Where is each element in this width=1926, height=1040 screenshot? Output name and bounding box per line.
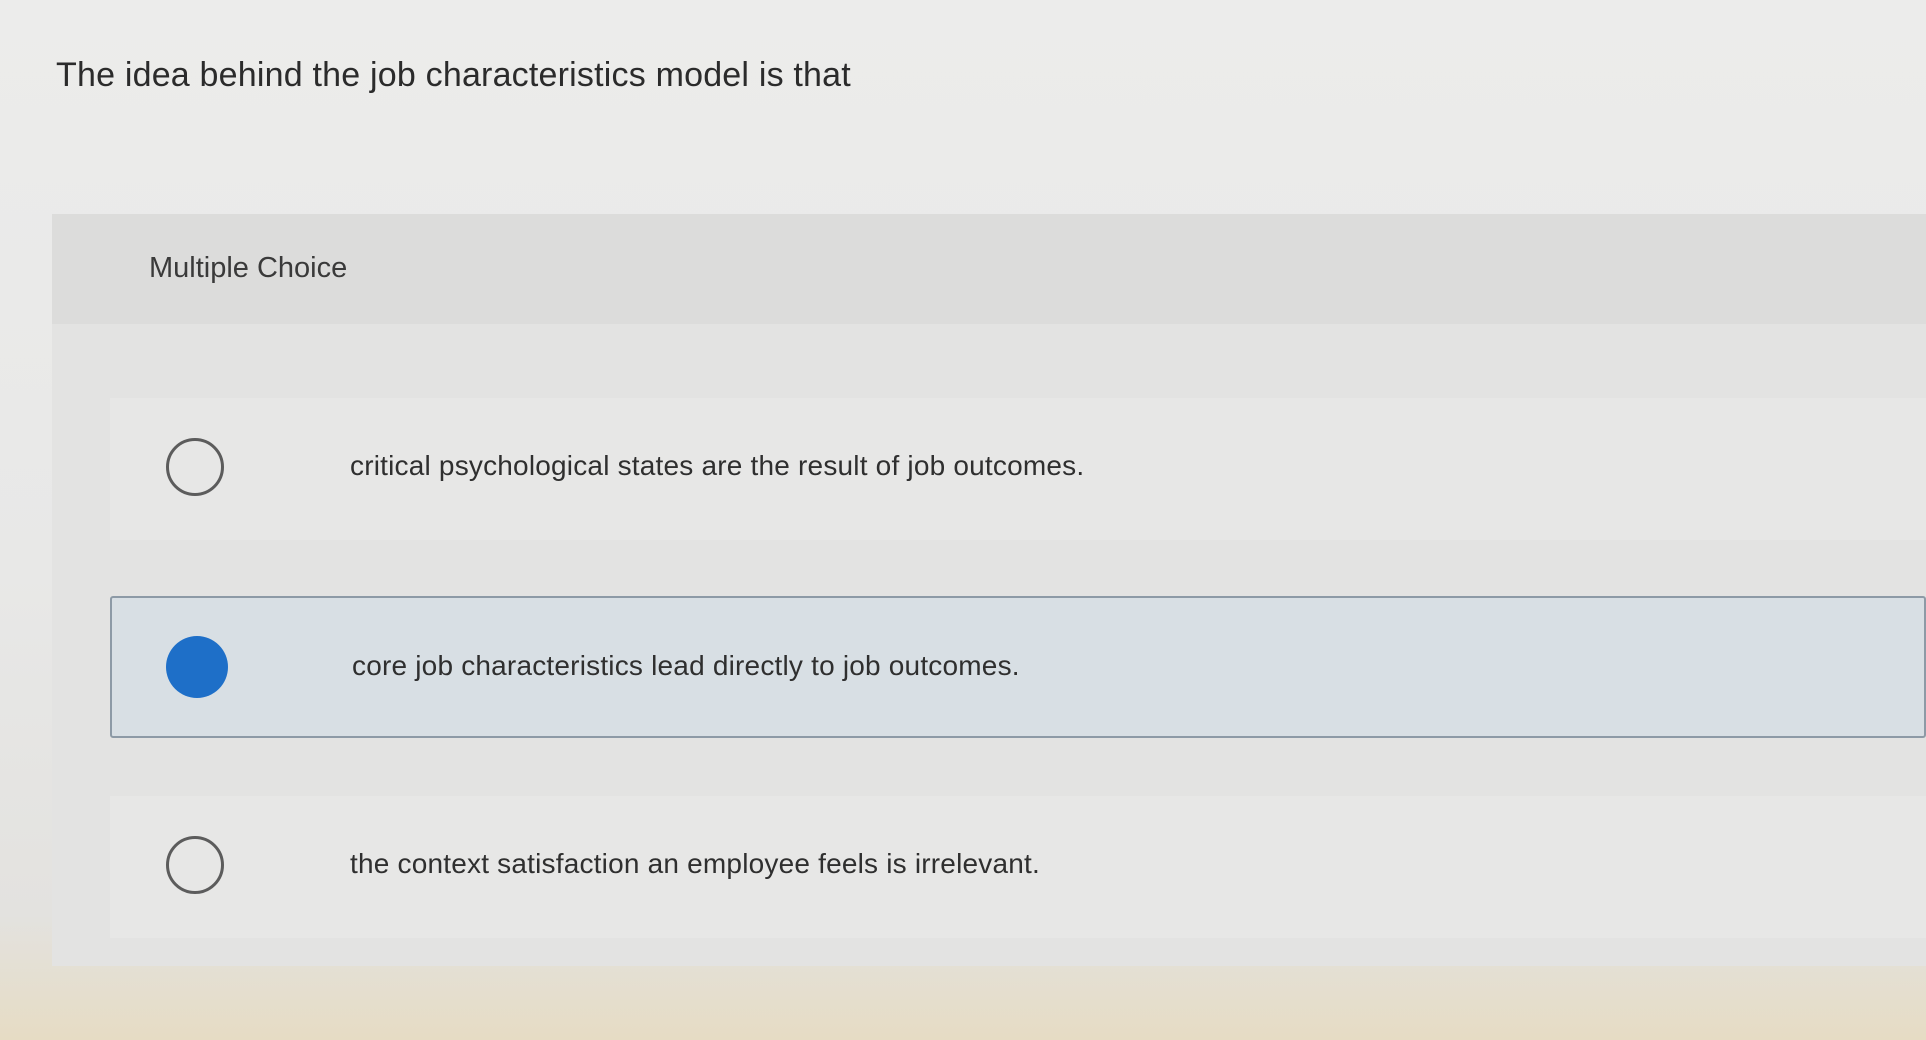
radio-button-unselected-icon[interactable]	[166, 438, 224, 496]
answer-option-3[interactable]: the context satisfaction an employee fee…	[110, 796, 1926, 938]
answer-option-label: core job characteristics lead directly t…	[352, 650, 1020, 681]
multiple-choice-title: Multiple Choice	[149, 252, 348, 284]
answer-option-2-selected[interactable]: core job characteristics lead directly t…	[110, 596, 1926, 738]
answer-option-label: the context satisfaction an employee fee…	[350, 848, 1040, 879]
multiple-choice-card: Multiple Choice critical psychological s…	[52, 214, 1926, 966]
quiz-page: The idea behind the job characteristics …	[0, 0, 1926, 1040]
answer-option-1[interactable]: critical psychological states are the re…	[110, 398, 1926, 540]
radio-button-selected-icon[interactable]	[166, 636, 228, 698]
answer-option-label: critical psychological states are the re…	[350, 450, 1085, 481]
radio-button-unselected-icon[interactable]	[166, 836, 224, 894]
question-text: The idea behind the job characteristics …	[56, 56, 851, 94]
multiple-choice-header: Multiple Choice	[52, 214, 1926, 324]
